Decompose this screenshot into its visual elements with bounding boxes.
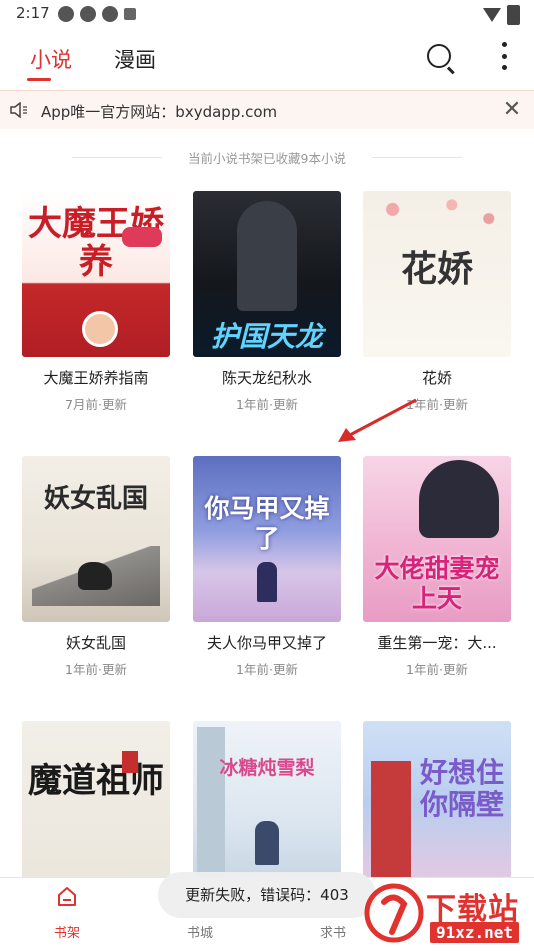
book-title: 妖女乱国 bbox=[65, 634, 126, 652]
app-notification-icon bbox=[124, 8, 136, 20]
divider bbox=[372, 157, 462, 158]
book-cover: 大魔王娇养 bbox=[22, 191, 170, 357]
cover-title: 冰糖炖雪梨 bbox=[219, 757, 315, 779]
notification-icons bbox=[58, 6, 136, 22]
cover-decoration bbox=[371, 761, 411, 887]
cover-seal bbox=[122, 751, 138, 773]
book-title: 大魔王娇养指南 bbox=[43, 369, 149, 387]
tab-novel[interactable]: 小说 bbox=[30, 44, 72, 74]
top-nav: 小说 漫画 bbox=[0, 28, 534, 90]
book-item[interactable]: 大佬甜妻宠上天 重生第一宠：大... 1年前·更新 bbox=[363, 456, 511, 678]
book-item[interactable]: 护国天龙 陈天龙纪秋水 1年前·更新 bbox=[193, 191, 341, 413]
watermark-logo-icon bbox=[364, 883, 424, 943]
cover-figure bbox=[419, 460, 499, 538]
active-tab-indicator bbox=[27, 78, 51, 81]
cover-decoration bbox=[122, 227, 162, 247]
cover-spine bbox=[197, 727, 225, 883]
bookshelf-home-icon bbox=[58, 887, 76, 906]
app-notification-icon bbox=[102, 6, 118, 22]
search-icon[interactable] bbox=[427, 44, 451, 68]
wifi-icon bbox=[483, 8, 501, 22]
cover-figure bbox=[78, 562, 112, 590]
book-updated: 1年前·更新 bbox=[406, 662, 468, 677]
book-title: 重生第一宠：大... bbox=[377, 634, 497, 652]
watermark-url: 91xz.net bbox=[430, 922, 520, 943]
annotation-arrow-icon bbox=[338, 398, 417, 442]
book-updated: 1年前·更新 bbox=[236, 397, 298, 412]
book-cover: 冰糖炖雪梨 bbox=[193, 721, 341, 887]
book-cover: 你马甲又掉了 bbox=[193, 456, 341, 622]
app-notification-icon bbox=[80, 6, 96, 22]
cover-figure bbox=[255, 821, 279, 865]
book-cover: 好想住你隔壁 bbox=[363, 721, 511, 887]
book-updated: 1年前·更新 bbox=[65, 662, 127, 677]
cover-title: 好想住你隔壁 bbox=[419, 756, 504, 821]
cover-decoration bbox=[363, 191, 511, 237]
tab-comic[interactable]: 漫画 bbox=[114, 44, 156, 74]
notice-bar: App唯一官方网站：bxydapp.com ✕ bbox=[0, 90, 534, 129]
status-time: 2:17 bbox=[16, 4, 50, 22]
cover-title: 花娇 bbox=[400, 248, 473, 290]
cover-title: 魔道祖师 bbox=[28, 761, 164, 801]
book-item[interactable]: 好想住你隔壁 bbox=[363, 721, 511, 903]
error-toast: 更新失败，错误码：403 bbox=[158, 872, 376, 918]
notice-text: App唯一官方网站：bxydapp.com bbox=[41, 103, 278, 121]
book-cover: 护国天龙 bbox=[193, 191, 341, 357]
book-title: 夫人你马甲又掉了 bbox=[206, 634, 327, 652]
site-watermark: 下载站 91xz.net bbox=[362, 880, 534, 950]
book-item[interactable]: 大魔王娇养 大魔王娇养指南 7月前·更新 bbox=[22, 191, 170, 413]
cover-title: 护国天龙 bbox=[210, 320, 323, 353]
nav-bookshelf[interactable]: 书架 bbox=[22, 878, 112, 951]
book-cover: 花娇 bbox=[363, 191, 511, 357]
book-cover: 大佬甜妻宠上天 bbox=[363, 456, 511, 622]
book-item[interactable]: 你马甲又掉了 夫人你马甲又掉了 1年前·更新 bbox=[193, 456, 341, 678]
nav-bookstore-label: 书城 bbox=[186, 926, 213, 941]
cover-title: 你马甲又掉了 bbox=[204, 494, 330, 553]
book-item[interactable]: 花娇 花娇 1年前·更新 bbox=[363, 191, 511, 413]
cover-title: 妖女乱国 bbox=[43, 484, 148, 514]
book-cover: 妖女乱国 bbox=[22, 456, 170, 622]
book-updated: 7月前·更新 bbox=[65, 397, 127, 412]
cover-title: 大佬甜妻宠上天 bbox=[374, 554, 500, 613]
book-updated: 1年前·更新 bbox=[236, 662, 298, 677]
app-notification-icon bbox=[58, 6, 74, 22]
nav-bookshelf-label: 书架 bbox=[53, 926, 80, 941]
status-bar: 2:17 bbox=[0, 0, 534, 28]
more-options-icon[interactable] bbox=[499, 42, 509, 70]
cover-figure bbox=[257, 562, 277, 602]
book-title: 花娇 bbox=[421, 369, 452, 387]
shelf-info: 当前小说书架已收藏9本小说 bbox=[0, 148, 534, 168]
battery-icon bbox=[507, 5, 520, 25]
close-icon[interactable]: ✕ bbox=[500, 96, 524, 124]
speaker-icon bbox=[10, 102, 27, 118]
book-item[interactable]: 魔道祖师 bbox=[22, 721, 170, 903]
book-cover: 魔道祖师 bbox=[22, 721, 170, 887]
cover-figure bbox=[237, 201, 297, 311]
cover-decoration bbox=[82, 311, 118, 347]
book-title: 陈天龙纪秋水 bbox=[221, 369, 312, 387]
book-item[interactable]: 妖女乱国 妖女乱国 1年前·更新 bbox=[22, 456, 170, 678]
